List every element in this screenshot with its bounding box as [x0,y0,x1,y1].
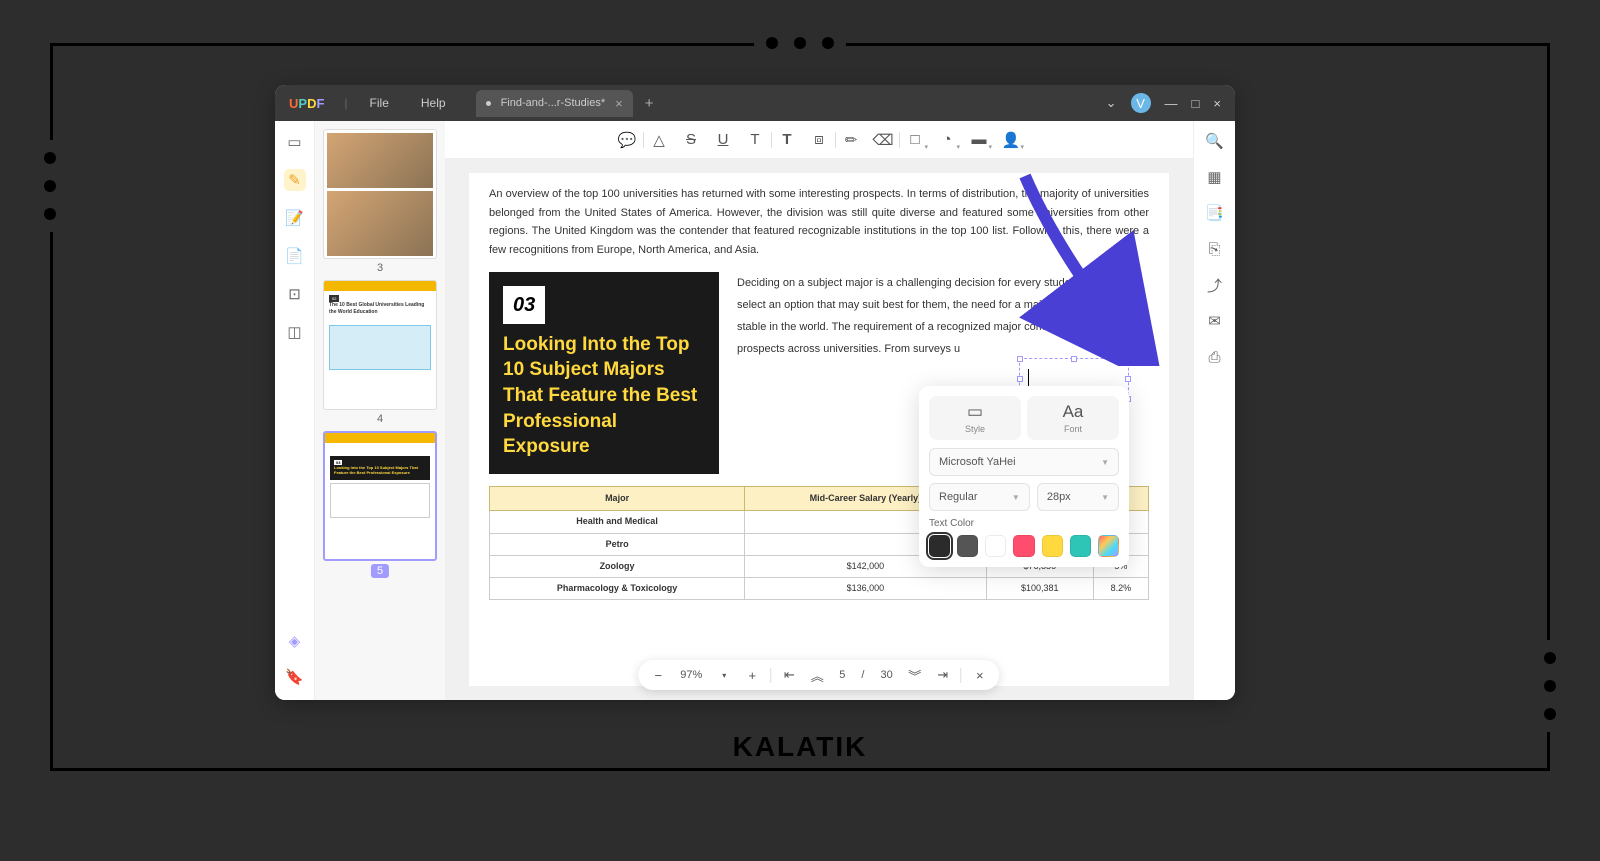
color-swatch[interactable] [1070,535,1091,557]
export-icon[interactable]: ⎘ [1205,239,1225,259]
close-button[interactable]: × [1213,96,1221,111]
tools-icon[interactable]: ◫ [284,321,306,343]
zoom-out-button[interactable]: − [648,665,668,685]
bookmark-icon[interactable]: 🔖 [284,666,306,688]
style-tab[interactable]: ▭ Style [929,396,1021,440]
text-icon[interactable]: T [774,127,800,153]
color-swatches [929,535,1119,557]
app-window: UPDF | File Help Find-and-...r-Studies* … [275,85,1235,700]
text-color-label: Text Color [929,518,1119,529]
last-page-button[interactable]: ⇥ [933,665,953,685]
minimize-button[interactable]: — [1165,96,1178,111]
color-picker-swatch[interactable] [1098,535,1119,557]
organize-icon[interactable]: 📄 [284,245,306,267]
eraser-icon[interactable]: ⌫ [870,127,896,153]
user-avatar[interactable]: V [1131,93,1151,113]
convert-icon[interactable]: 📑 [1205,203,1225,223]
thumb-page-4[interactable]: 02The 10 Best Global Universities Leadin… [323,280,437,425]
reader-icon[interactable]: ▭ [284,131,306,153]
color-swatch[interactable] [957,535,978,557]
sticker-icon[interactable]: ◔▾ [934,127,960,153]
annotation-toolbar: 💬 △ S U T T ⧈ ✏ ⌫ □▾ ◔▾ ▬▾ 👤▾ [445,121,1193,159]
color-swatch[interactable] [1042,535,1063,557]
print-icon[interactable]: ⎙ [1205,347,1225,367]
note-icon[interactable]: 💬 [614,127,640,153]
titlebar: UPDF | File Help Find-and-...r-Studies* … [275,85,1235,121]
document-tab[interactable]: Find-and-...r-Studies* × [476,90,633,117]
edit-icon[interactable]: 📝 [284,207,306,229]
signature-icon[interactable]: 👤▾ [998,127,1024,153]
body-text: An overview of the top 100 universities … [489,185,1149,260]
color-swatch[interactable] [1013,535,1034,557]
page-input[interactable]: 5 [835,669,849,681]
crop-icon[interactable]: ⊡ [284,283,306,305]
modified-dot-icon [486,101,491,106]
tab-title: Find-and-...r-Studies* [501,97,606,109]
thumb-page-3[interactable]: 3 [323,129,437,274]
strikethrough-icon[interactable]: S [678,127,704,153]
next-page-button[interactable]: ︾ [905,665,925,685]
chevron-down-icon[interactable]: ⌄ [1106,95,1117,111]
search-icon[interactable]: 🔍 [1205,131,1225,151]
new-tab-button[interactable]: + [645,95,654,112]
zoom-dropdown[interactable]: ▾ [714,665,734,685]
maximize-button[interactable]: □ [1192,96,1200,111]
font-size-select[interactable]: 28px▼ [1037,483,1119,511]
menu-file[interactable]: File [354,96,405,110]
font-tab[interactable]: Aa Font [1027,396,1119,440]
shape-icon[interactable]: □▾ [902,127,928,153]
left-rail: ▭ ✎ 📝 📄 ⊡ ◫ ◈ 🔖 [275,121,315,700]
zoom-value: 97% [676,669,706,681]
font-weight-select[interactable]: Regular▼ [929,483,1030,511]
menu-help[interactable]: Help [405,96,462,110]
squiggly-icon[interactable]: T [742,127,768,153]
comment-icon[interactable]: ✎ [284,169,306,191]
thumb-page-5[interactable]: 03Looking Into the Top 10 Subject Majors… [323,431,437,581]
zoom-bar: − 97% ▾ + ⇤ ︽ 5 / 30 ︾ ⇥ × [638,660,999,690]
section-block: 03 Looking Into the Top 10 Subject Major… [489,272,719,474]
first-page-button[interactable]: ⇤ [779,665,799,685]
page-total: 30 [876,669,896,681]
color-swatch[interactable] [985,535,1006,557]
font-family-select[interactable]: Microsoft YaHei▼ [929,448,1119,476]
text-properties-popup: ▭ Style Aa Font Microsoft YaHei▼ Regular… [919,386,1129,567]
email-icon[interactable]: ✉ [1205,311,1225,331]
style-icon: ▭ [935,402,1015,422]
tab-close-icon[interactable]: × [615,96,623,111]
ocr-icon[interactable]: ▦ [1205,167,1225,187]
right-rail: 🔍 ▦ 📑 ⎘ ⤴ ✉ ⎙ [1193,121,1235,700]
color-swatch[interactable] [929,535,950,557]
font-icon: Aa [1033,402,1113,422]
highlight-icon[interactable]: △ [646,127,672,153]
layers-icon[interactable]: ◈ [284,630,306,652]
app-logo: UPDF [275,96,338,111]
pencil-icon[interactable]: ✏ [838,127,864,153]
close-bar-button[interactable]: × [970,665,990,685]
share-icon[interactable]: ⤴ [1205,275,1225,295]
textbox-icon[interactable]: ⧈ [806,127,832,153]
watermark: KALATIK [713,731,888,763]
thumbnail-panel[interactable]: 3 02The 10 Best Global Universities Lead… [315,121,445,700]
prev-page-button[interactable]: ︽ [807,665,827,685]
underline-icon[interactable]: U [710,127,736,153]
zoom-in-button[interactable]: + [742,665,762,685]
stamp-icon[interactable]: ▬▾ [966,127,992,153]
